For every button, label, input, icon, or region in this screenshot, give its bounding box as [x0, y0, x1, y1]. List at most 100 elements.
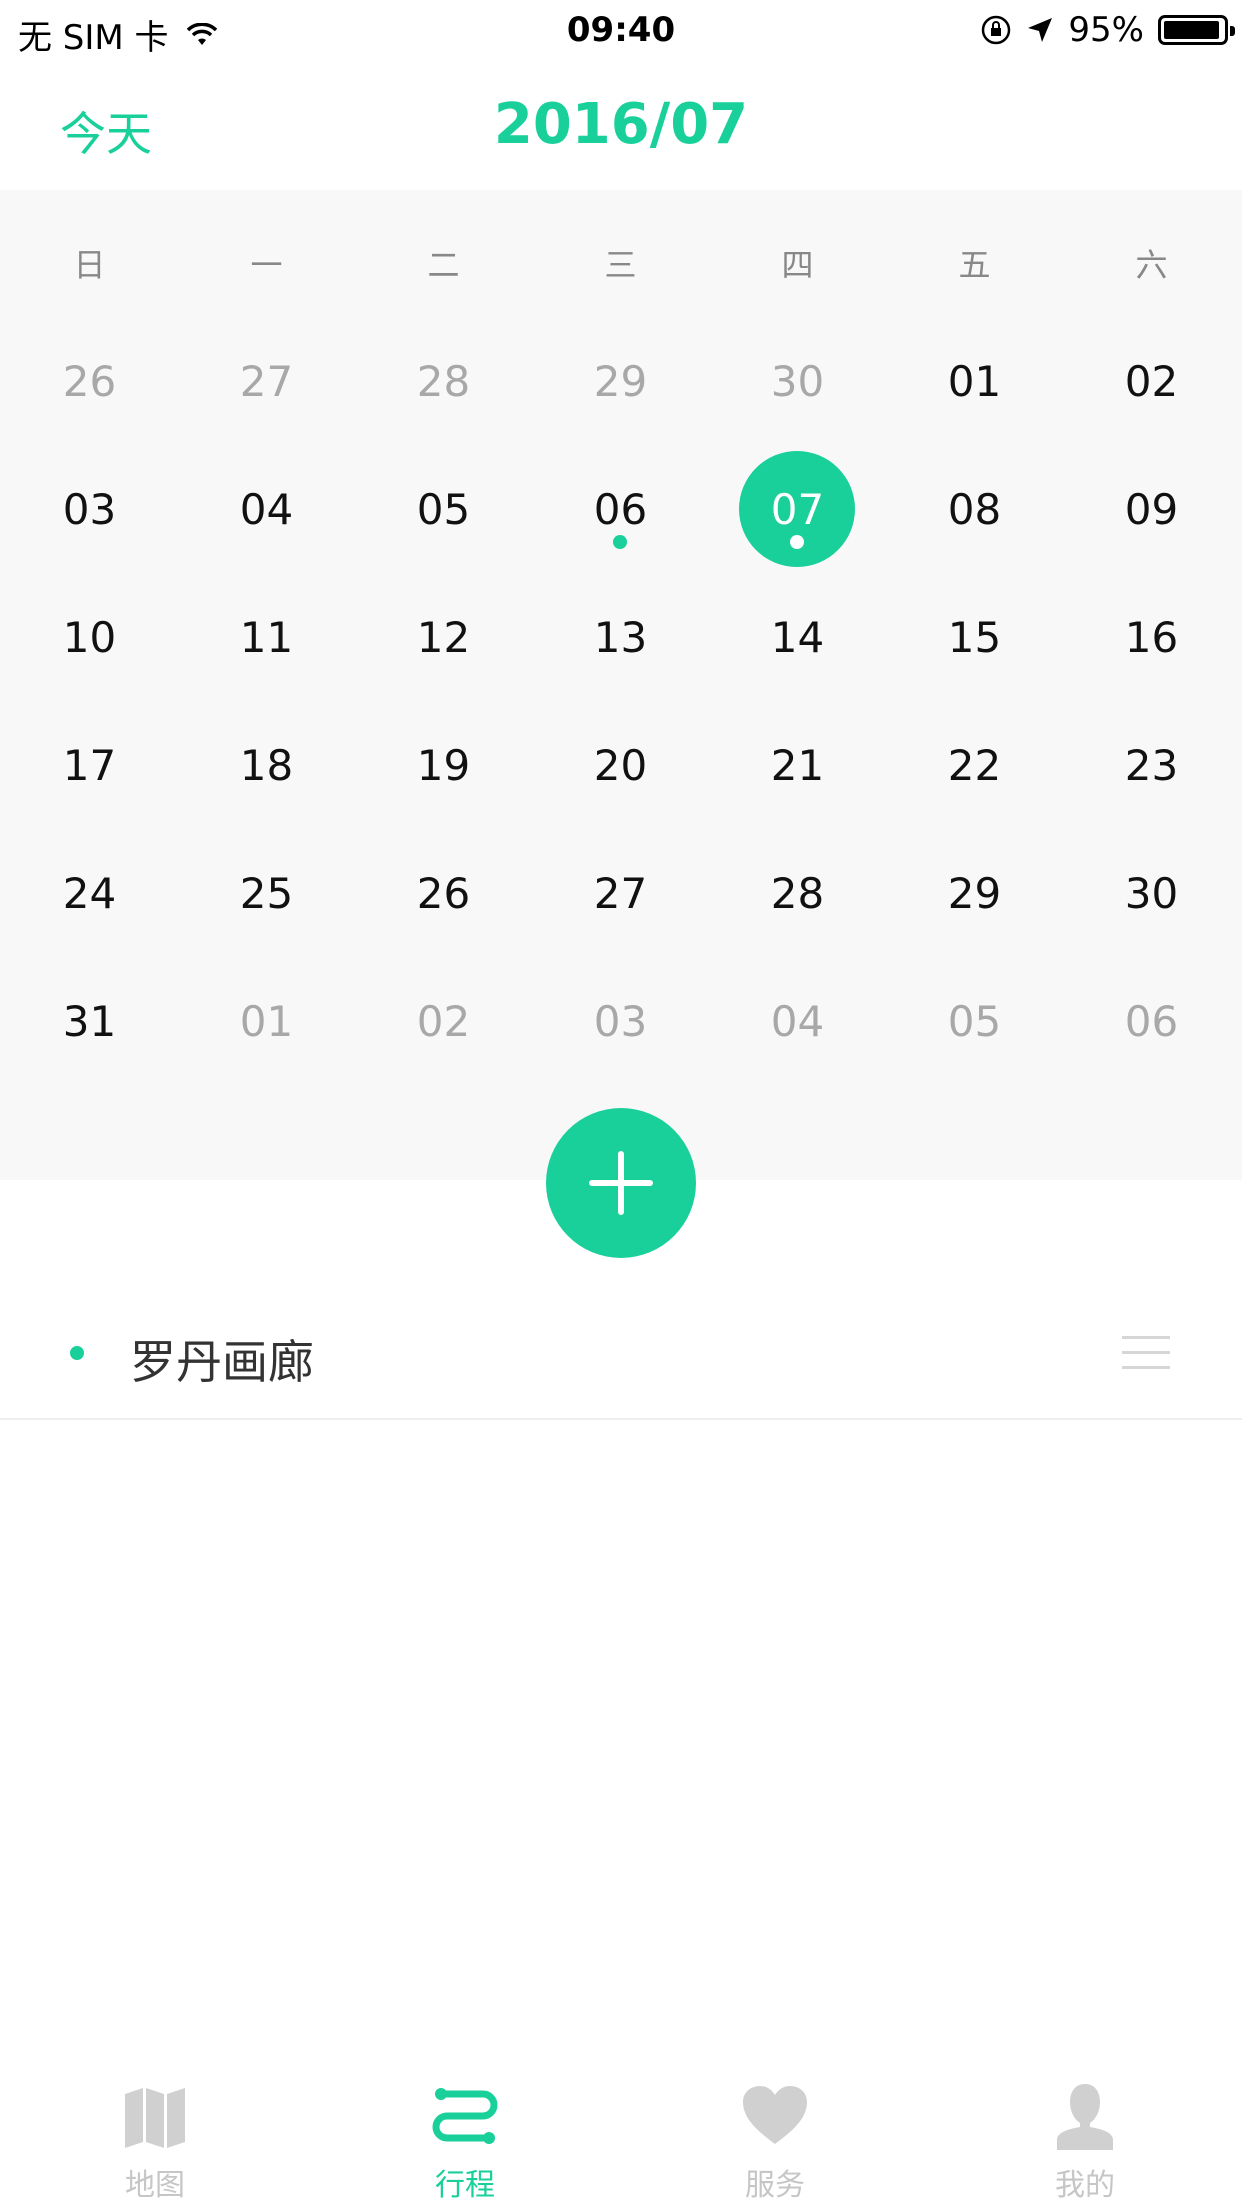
weekday-label: 二: [427, 246, 460, 284]
calendar-day[interactable]: 28: [709, 829, 886, 957]
calendar-day[interactable]: 26: [355, 829, 532, 957]
day-number: 26: [416, 868, 471, 918]
calendar-day[interactable]: 29: [532, 317, 709, 445]
calendar-day[interactable]: 14: [709, 573, 886, 701]
calendar-day[interactable]: 07: [709, 445, 886, 573]
calendar-day[interactable]: 23: [1063, 701, 1240, 829]
calendar-day[interactable]: 06: [532, 445, 709, 573]
calendar-day[interactable]: 04: [178, 445, 355, 573]
calendar-day[interactable]: 31: [1, 957, 178, 1085]
calendar-day[interactable]: 26: [1, 317, 178, 445]
calendar-day[interactable]: 20: [532, 701, 709, 829]
drag-handle-icon[interactable]: [1122, 1336, 1170, 1372]
battery-fill: [1164, 21, 1220, 39]
calendar-day[interactable]: 04: [709, 957, 886, 1085]
day-number: 27: [593, 868, 648, 918]
day-number: 06: [1124, 996, 1179, 1046]
tab-service[interactable]: 服务: [620, 2060, 930, 2208]
calendar-day[interactable]: 01: [886, 317, 1063, 445]
calendar-day[interactable]: 30: [1063, 829, 1240, 957]
event-dot-icon: [613, 535, 627, 549]
calendar-day[interactable]: 15: [886, 573, 1063, 701]
tab-mine[interactable]: 我的: [930, 2060, 1240, 2208]
tab-label-service: 服务: [745, 2168, 805, 2203]
day-number: 05: [416, 484, 471, 534]
calendar-day[interactable]: 24: [1, 829, 178, 957]
tab-bar: 地图 行程 服务 我的: [0, 2060, 1242, 2208]
calendar-day[interactable]: 09: [1063, 445, 1240, 573]
calendar-day[interactable]: 02: [1063, 317, 1240, 445]
weekday-label: 六: [1135, 246, 1168, 284]
calendar-day[interactable]: 27: [532, 829, 709, 957]
day-number: 16: [1124, 612, 1179, 662]
calendar-day[interactable]: 13: [532, 573, 709, 701]
day-number: 03: [593, 996, 648, 1046]
weekday-label: 日: [73, 246, 106, 284]
calendar-day[interactable]: 10: [1, 573, 178, 701]
event-dot-icon: [790, 535, 804, 549]
calendar-day[interactable]: 17: [1, 701, 178, 829]
calendar-day[interactable]: 12: [355, 573, 532, 701]
battery-percent: 95%: [1068, 10, 1144, 50]
tab-map[interactable]: 地图: [0, 2060, 310, 2208]
trip-item-label: 罗丹画廊: [130, 1335, 314, 1389]
day-number: 06: [593, 484, 648, 534]
day-number: 22: [947, 740, 1002, 790]
add-trip-button[interactable]: [546, 1108, 696, 1258]
tab-label-trip: 行程: [435, 2168, 495, 2203]
battery-icon: [1158, 15, 1235, 45]
calendar-day[interactable]: 25: [178, 829, 355, 957]
calendar-day[interactable]: 22: [886, 701, 1063, 829]
calendar-day[interactable]: 29: [886, 829, 1063, 957]
calendar-day[interactable]: 28: [355, 317, 532, 445]
day-number: 11: [239, 612, 294, 662]
calendar-day[interactable]: 08: [886, 445, 1063, 573]
calendar-day[interactable]: 27: [178, 317, 355, 445]
calendar-day[interactable]: 05: [355, 445, 532, 573]
day-number: 24: [62, 868, 117, 918]
day-number: 20: [593, 740, 648, 790]
calendar-day[interactable]: 18: [178, 701, 355, 829]
location-arrow-icon: [1028, 18, 1053, 42]
day-number: 27: [239, 356, 294, 406]
route-icon: [432, 2088, 498, 2144]
day-number: 01: [947, 356, 1002, 406]
weekday-label: 三: [604, 246, 637, 284]
weekday-header: 日一二三四五六: [0, 240, 1242, 290]
day-number: 30: [770, 356, 825, 406]
calendar-day[interactable]: 01: [178, 957, 355, 1085]
rotation-lock-icon: [982, 15, 1011, 45]
calendar-day[interactable]: 21: [709, 701, 886, 829]
day-number: 28: [416, 356, 471, 406]
weekday-label: 五: [958, 246, 991, 284]
day-number: 21: [770, 740, 825, 790]
day-number: 17: [62, 740, 117, 790]
day-number: 03: [62, 484, 117, 534]
day-number: 08: [947, 484, 1002, 534]
calendar-day[interactable]: 02: [355, 957, 532, 1085]
calendar-day[interactable]: 03: [532, 957, 709, 1085]
day-number: 09: [1124, 484, 1179, 534]
calendar-day[interactable]: 30: [709, 317, 886, 445]
day-number: 23: [1124, 740, 1179, 790]
day-number: 26: [62, 356, 117, 406]
calendar-day[interactable]: 05: [886, 957, 1063, 1085]
calendar-day[interactable]: 06: [1063, 957, 1240, 1085]
day-number: 30: [1124, 868, 1179, 918]
person-icon: [1057, 2084, 1113, 2150]
calendar-day[interactable]: 19: [355, 701, 532, 829]
day-number: 12: [416, 612, 471, 662]
calendar-day[interactable]: 11: [178, 573, 355, 701]
tab-trip[interactable]: 行程: [310, 2060, 620, 2208]
calendar-day[interactable]: 03: [1, 445, 178, 573]
weekday-label: 一: [250, 246, 283, 284]
day-number: 10: [62, 612, 117, 662]
day-number: 01: [239, 996, 294, 1046]
trip-list-item[interactable]: 罗丹画廊: [0, 1290, 1242, 1420]
day-number: 28: [770, 868, 825, 918]
day-number: 13: [593, 612, 648, 662]
day-number: 18: [239, 740, 294, 790]
month-title: 2016/07: [493, 92, 749, 157]
calendar-day[interactable]: 16: [1063, 573, 1240, 701]
calendar: 日 一 二 三 四 五 六 26 27 28 29 30 01 02 03 04 05 06 07 08 09 10 11…: [0, 190, 1242, 1180]
